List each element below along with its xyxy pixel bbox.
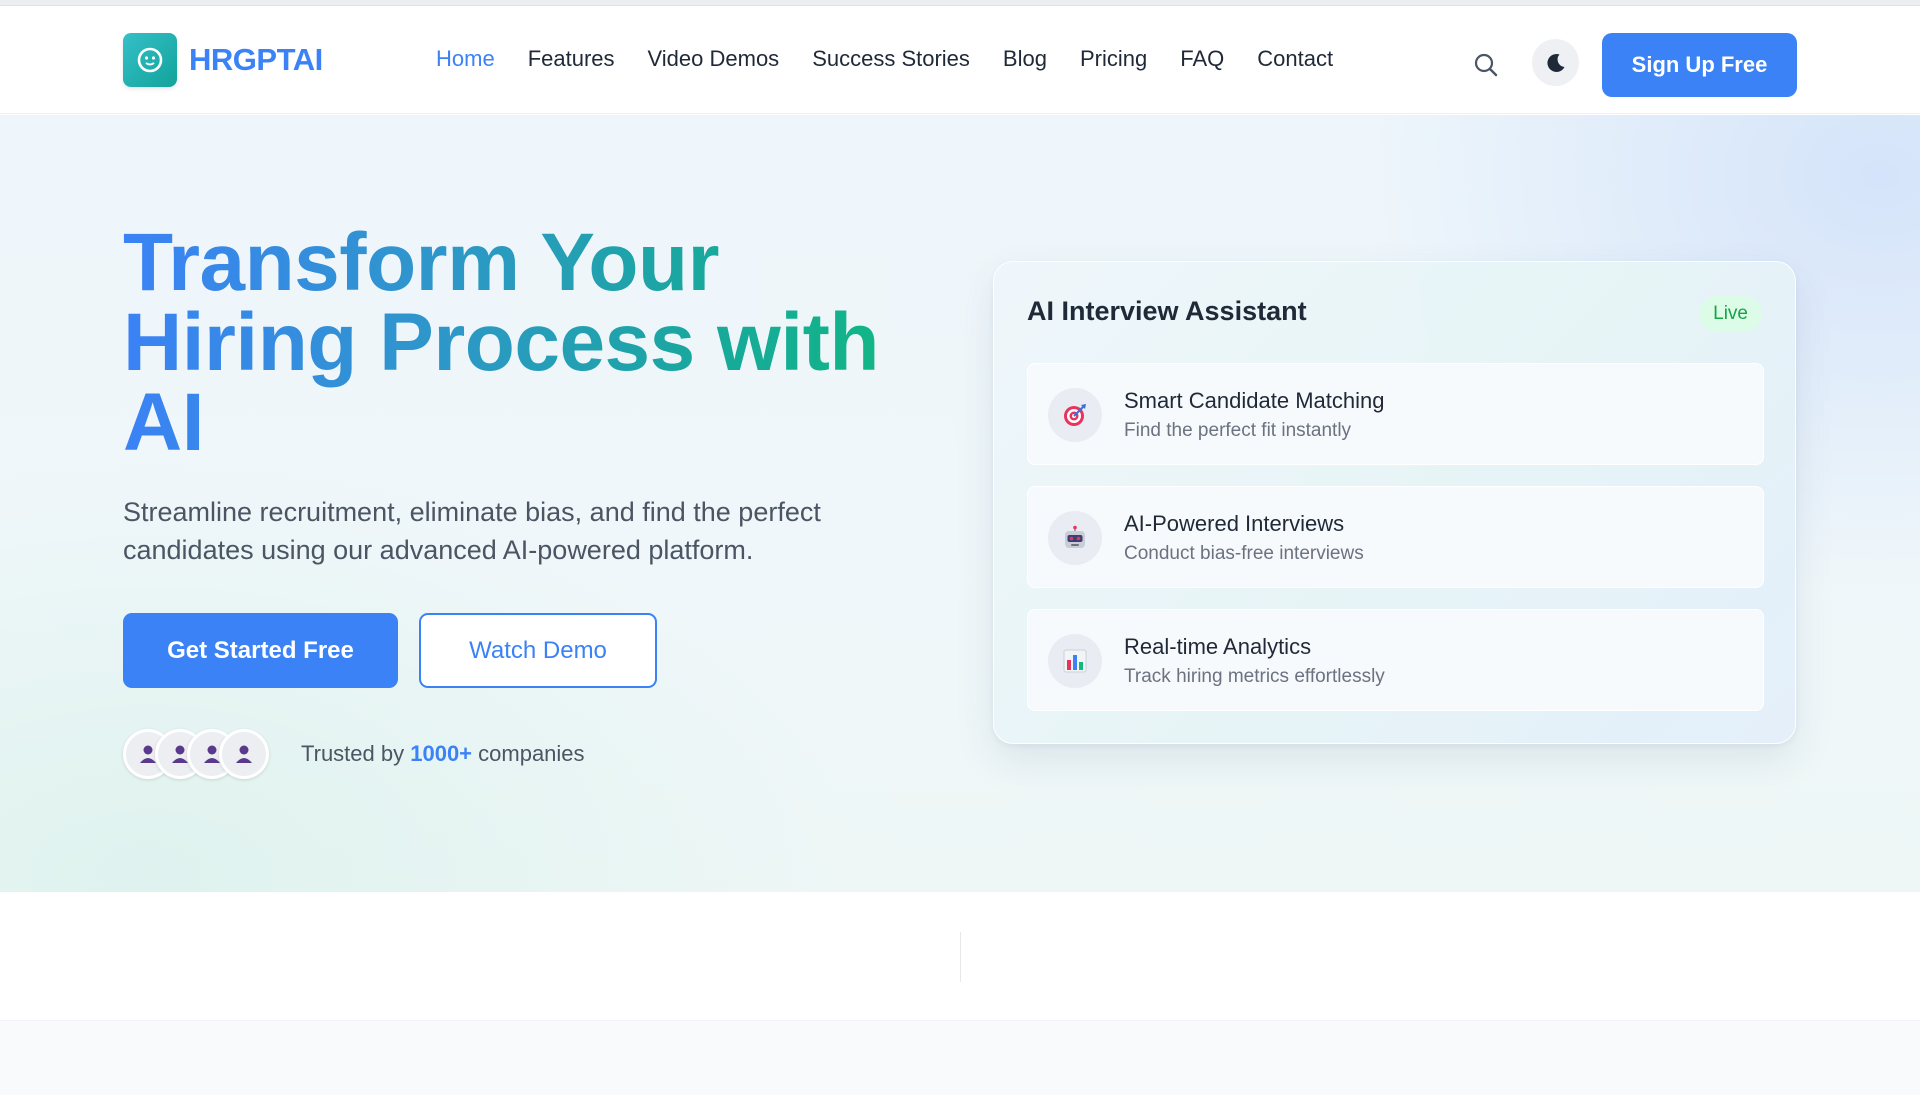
avatar-group	[123, 729, 269, 779]
trust-prefix: Trusted by	[301, 741, 411, 766]
brand-name: HRGPTAI	[189, 42, 323, 77]
feature-item-matching[interactable]: Smart Candidate Matching Find the perfec…	[1027, 363, 1764, 465]
feature-item-analytics[interactable]: Real-time Analytics Track hiring metrics…	[1027, 609, 1764, 711]
main-menu: Home Features Video Demos Success Storie…	[436, 44, 1366, 74]
ai-assistant-card: AI Interview Assistant Live Smart Candid…	[993, 261, 1796, 744]
hero-section: Transform Your Hiring Process with AI St…	[0, 115, 1920, 892]
feature-title: AI-Powered Interviews	[1124, 511, 1345, 536]
nav-item-home[interactable]: Home	[436, 44, 495, 74]
navbar: HRGPTAI Home Features Video Demos Succes…	[0, 6, 1920, 114]
hero-subtext: Streamline recruitment, eliminate bias, …	[123, 497, 821, 565]
search-icon	[1474, 53, 1498, 77]
target-icon	[1048, 388, 1102, 442]
bar-chart-icon	[1048, 634, 1102, 688]
nav-item-success-stories[interactable]: Success Stories	[812, 44, 970, 74]
signup-button[interactable]: Sign Up Free	[1602, 33, 1797, 97]
get-started-button[interactable]: Get Started Free	[123, 613, 398, 688]
trust-text: Trusted by 1000+ companies	[301, 741, 585, 767]
trust-count: 1000+	[410, 741, 473, 766]
feature-description: Find the perfect fit instantly	[1124, 420, 1352, 441]
live-badge: Live	[1699, 296, 1762, 332]
nav-item-video-demos[interactable]: Video Demos	[648, 44, 780, 74]
feature-description: Track hiring metrics effortlessly	[1124, 666, 1385, 687]
feature-title: Smart Candidate Matching	[1124, 388, 1385, 413]
hero-headline: Transform Your Hiring Process with AI	[123, 222, 923, 464]
trust-row: Trusted by 1000+ companies	[123, 729, 585, 779]
avatar	[219, 729, 269, 779]
watch-demo-button[interactable]: Watch Demo	[419, 613, 657, 688]
search-button[interactable]	[1470, 49, 1502, 81]
feature-description: Conduct bias-free interviews	[1124, 543, 1364, 564]
nav-item-contact[interactable]: Contact	[1257, 44, 1333, 74]
nav-item-features[interactable]: Features	[528, 44, 615, 74]
robot-icon	[1048, 511, 1102, 565]
logo-icon	[123, 33, 177, 87]
nav-item-pricing[interactable]: Pricing	[1080, 44, 1147, 74]
person-icon	[236, 745, 252, 763]
logo[interactable]: HRGPTAI	[123, 33, 323, 87]
moon-icon	[1546, 53, 1564, 72]
feature-item-interviews[interactable]: AI-Powered Interviews Conduct bias-free …	[1027, 486, 1764, 588]
feature-title: Real-time Analytics	[1124, 634, 1312, 659]
trust-suffix: companies	[472, 741, 585, 766]
following-section	[0, 1020, 1920, 1095]
card-title: AI Interview Assistant	[1027, 296, 1307, 326]
divider	[960, 932, 961, 982]
nav-item-blog[interactable]: Blog	[1003, 44, 1047, 74]
theme-toggle-button[interactable]	[1532, 39, 1579, 86]
nav-item-faq[interactable]: FAQ	[1180, 44, 1224, 74]
